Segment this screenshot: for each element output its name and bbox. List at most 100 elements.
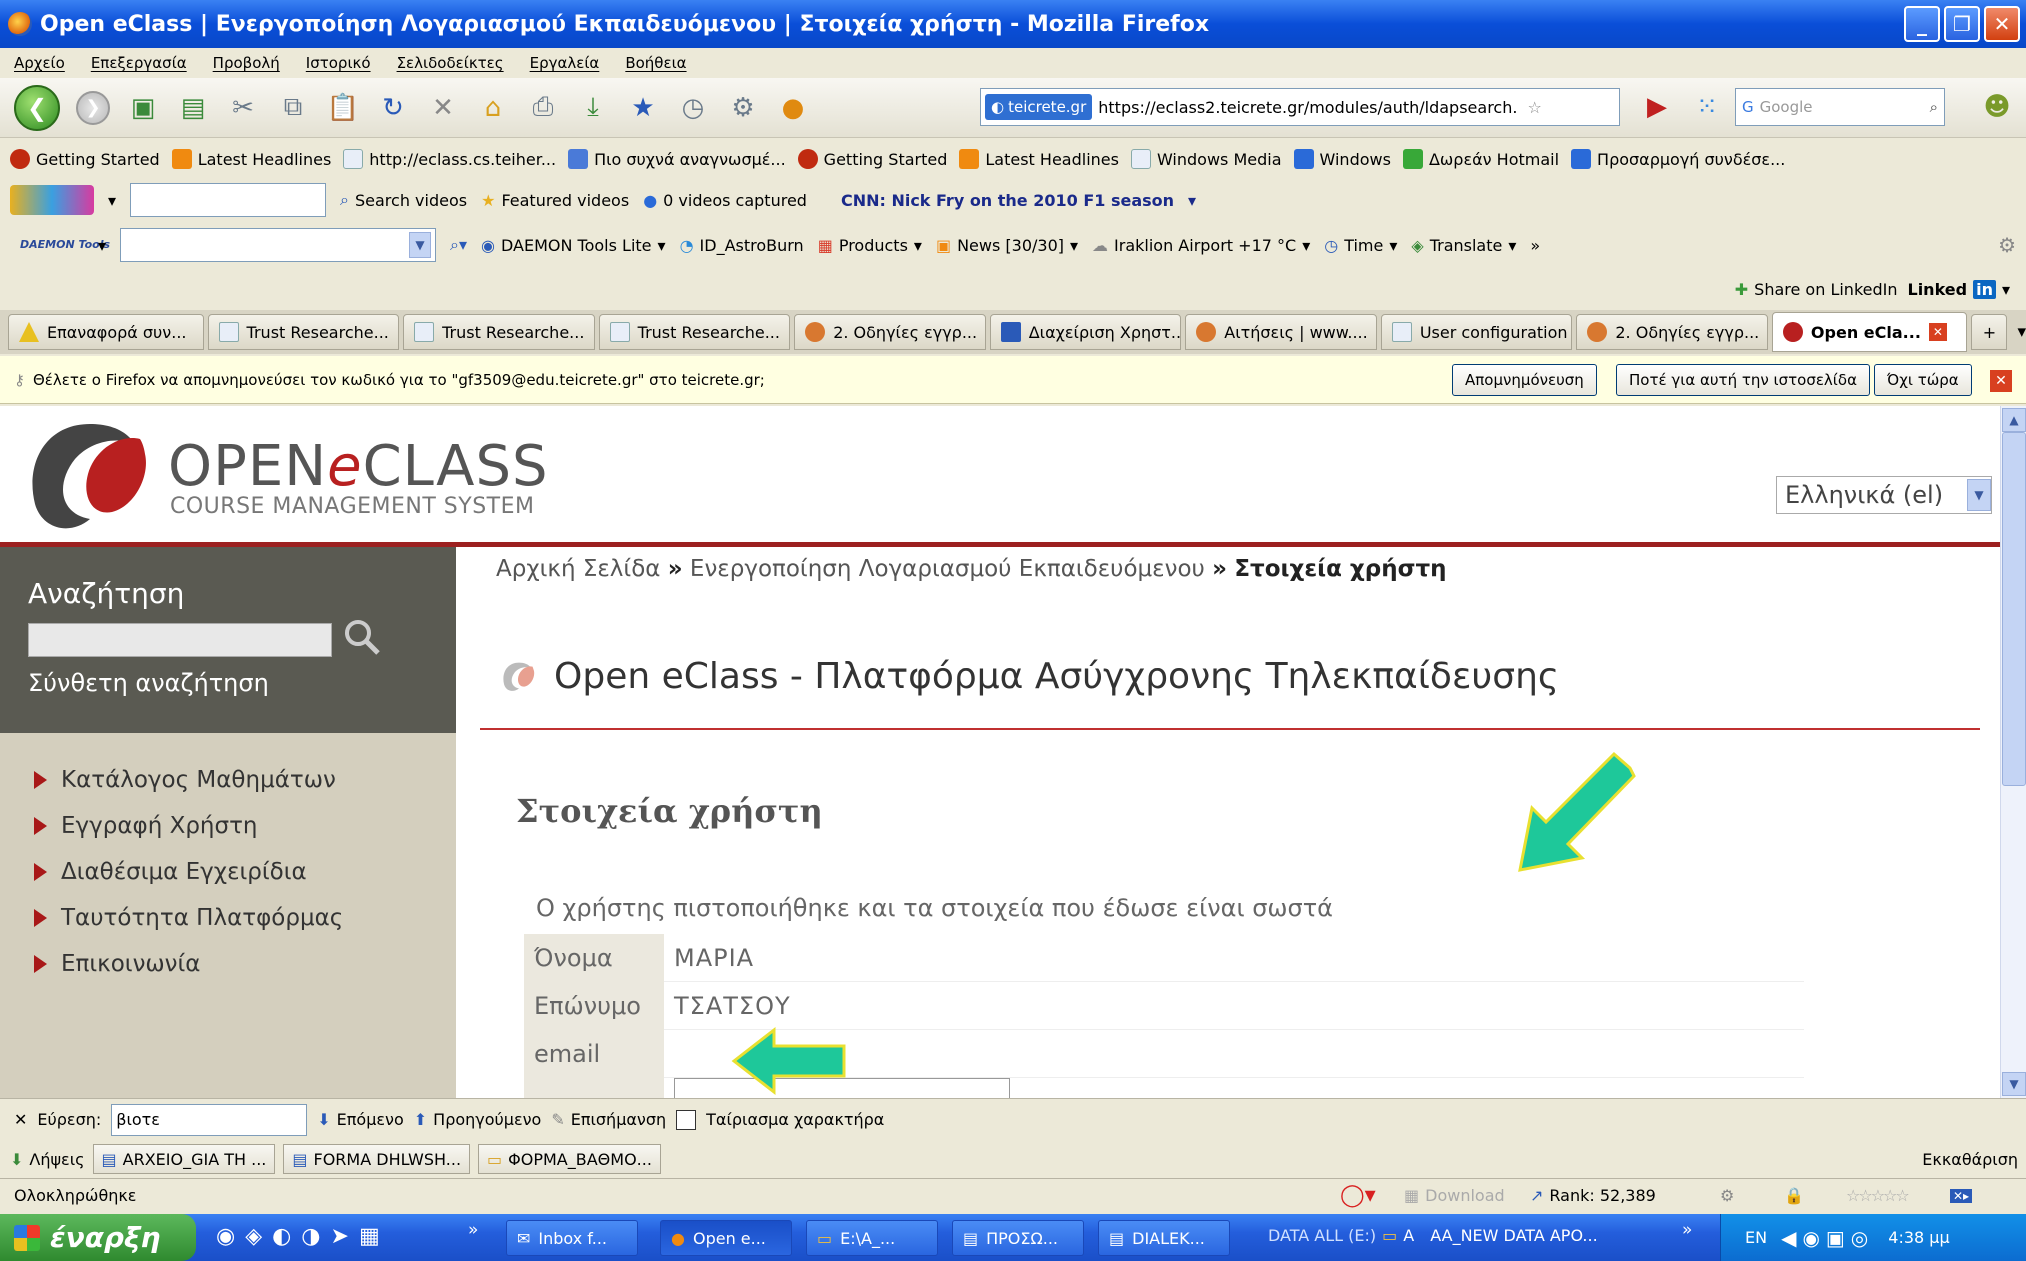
taskbar-item[interactable]: ✉ Inbox f... <box>506 1220 638 1256</box>
tab-trust-research-2[interactable]: Trust Researche... <box>403 314 595 350</box>
scroll-down-button[interactable]: ▼ <box>2002 1072 2026 1096</box>
start-button[interactable]: έναρξη <box>0 1214 196 1261</box>
bookmark-item[interactable]: Πιο συχνά αναγνωσμέ... <box>568 149 786 169</box>
scroll-thumb[interactable] <box>2002 432 2026 786</box>
close-icon[interactable]: ✕ <box>1990 370 2012 392</box>
window-title-bar[interactable]: Open eClass | Ενεργοποίηση Λογαριασμού Ε… <box>0 0 2026 48</box>
news-button[interactable]: ▣ News [30/30] ▾ <box>936 236 1078 255</box>
time-button[interactable]: ◷ Time ▾ <box>1324 236 1397 255</box>
new-tab-button[interactable]: + <box>1971 314 2008 350</box>
sidebar-item-user-registration[interactable]: Εγγραφή Χρήστη <box>34 803 343 849</box>
lock-icon[interactable]: 🔒 <box>1784 1186 1804 1205</box>
tab-user-management[interactable]: Διαχείριση Χρηστ... <box>989 314 1182 350</box>
bookmark-item[interactable]: http://eclass.cs.teiher... <box>343 149 556 169</box>
new-tab-icon[interactable]: ▤ <box>176 91 210 125</box>
video-search-input[interactable] <box>130 183 327 217</box>
dropdown-icon[interactable]: ▾ <box>108 191 116 210</box>
address-toolbar[interactable]: DATA ALL (E:) ▭ A AA_NEW DATA APO... <box>1268 1226 1598 1245</box>
history-icon[interactable]: ◷ <box>676 91 710 125</box>
minimize-button[interactable]: _ <box>1904 6 1940 42</box>
search-icon[interactable]: ⌕▾ <box>450 235 467 255</box>
remember-password-button[interactable]: Απομνημόνευση <box>1452 364 1597 396</box>
chevron-down-icon[interactable]: ▾ <box>1188 191 1196 210</box>
taskbar-item[interactable]: ● Open e... <box>660 1220 792 1256</box>
videos-captured-button[interactable]: ● 0 videos captured <box>643 191 807 210</box>
tray-icons[interactable]: ◀◉▣◎ <box>1781 1226 1874 1250</box>
bookmark-item[interactable]: Προσαρμογή συνδέσε... <box>1571 149 1785 169</box>
weather-button[interactable]: ☁ Iraklion Airport +17 °C ▾ <box>1092 236 1310 255</box>
bookmark-icon[interactable]: ★ <box>626 91 660 125</box>
stop-icon[interactable]: ✕ <box>426 91 460 125</box>
search-icon[interactable]: ⌕ <box>1930 98 1938 116</box>
back-button[interactable]: ❮ <box>14 84 60 131</box>
never-for-site-button[interactable]: Ποτέ για αυτή την ιστοσελίδα <box>1616 364 1870 396</box>
forward-button[interactable]: ❯ <box>76 90 110 125</box>
toolbar-chevron[interactable]: » <box>1682 1220 1692 1240</box>
bookmark-item[interactable]: Δωρεάν Hotmail <box>1402 149 1559 169</box>
clock[interactable]: 4:38 μμ <box>1888 1228 1949 1247</box>
downloads-icon[interactable]: ⤓ <box>576 91 610 125</box>
cut-icon[interactable]: ✂ <box>226 91 260 125</box>
copy-icon[interactable]: ⧉ <box>276 91 310 125</box>
close-button[interactable]: ✕ <box>1984 6 2020 42</box>
find-input[interactable]: βιοτε <box>111 1103 308 1136</box>
taskbar-item[interactable]: ▤ DIALEK... <box>1098 1220 1230 1256</box>
star-icon[interactable]: ☆ <box>1527 98 1541 117</box>
bookmark-item[interactable]: Latest Headlines <box>171 149 331 169</box>
youtube-icon[interactable]: ▶ <box>1640 90 1674 124</box>
highlight-button[interactable]: ✎ Επισήμανση <box>551 1110 666 1129</box>
sidebar-item-course-catalog[interactable]: Κατάλογος Μαθημάτων <box>34 757 343 803</box>
tab-close-icon[interactable]: ✕ <box>1928 323 1947 341</box>
breadcrumb-activation[interactable]: Ενεργοποίηση Λογαριασμού Εκπαιδευόμενου <box>690 556 1205 582</box>
settings-icon[interactable]: ⚙ <box>1998 233 2016 257</box>
tab-list-icon[interactable]: ▾ <box>2017 322 2026 342</box>
tab-open-eclass[interactable]: Open eCla... ✕ <box>1771 312 1968 352</box>
tab-user-configuration[interactable]: User configuration <box>1380 314 1573 350</box>
daemon-search-input[interactable]: ▼ <box>120 228 437 262</box>
find-previous-button[interactable]: ⬆ Προηγούμενο <box>414 1110 542 1129</box>
restore-button[interactable]: ❐ <box>1944 6 1980 42</box>
clear-downloads-button[interactable]: Εκκαθάριση <box>1922 1150 2018 1169</box>
rating-stars-icon[interactable]: ☆☆☆☆☆ <box>1846 1186 1910 1205</box>
match-case-checkbox[interactable] <box>676 1109 697 1130</box>
dropdown-icon[interactable]: ▾ <box>98 236 106 255</box>
chevron-down-icon[interactable]: ▼ <box>1967 479 1991 511</box>
close-icon[interactable]: ✕ <box>14 1110 27 1129</box>
menu-tools[interactable]: Εργαλεία <box>530 54 600 72</box>
quick-launch-chevron[interactable]: » <box>468 1220 478 1240</box>
daemon-tools-logo[interactable]: DAEMON Tools <box>20 239 110 251</box>
video-logo-icon[interactable] <box>10 185 94 215</box>
news-ticker[interactable]: CNN: Nick Fry on the 2010 F1 season <box>841 191 1174 210</box>
paste-icon[interactable]: 📋 <box>326 91 360 125</box>
language-indicator[interactable]: EN <box>1745 1228 1767 1247</box>
bookmark-item[interactable]: Windows <box>1293 149 1391 169</box>
sidebar-item-contact[interactable]: Επικοινωνία <box>34 941 343 987</box>
taskbar-item[interactable]: ▭ E:\A_... <box>806 1220 938 1256</box>
search-videos-button[interactable]: ⌕ Search videos <box>340 190 467 210</box>
tab-applications[interactable]: Αιτήσεις | www.... <box>1185 314 1377 350</box>
download-status-button[interactable]: ▦ Download <box>1404 1186 1505 1205</box>
tab-instructions-2[interactable]: 2. Οδηγίες εγγρ... <box>1576 314 1768 350</box>
page-scrollbar[interactable]: ▲ ▼ <box>2000 406 2026 1098</box>
not-now-button[interactable]: Όχι τώρα <box>1874 364 1972 396</box>
menu-bookmarks[interactable]: Σελιδοδείκτες <box>397 54 504 72</box>
chevron-down-icon[interactable]: ▼ <box>409 232 432 258</box>
overflow-chevron[interactable]: » <box>1530 236 1540 255</box>
apps-icon[interactable]: ⁙ <box>1690 90 1724 124</box>
new-window-icon[interactable]: ▣ <box>126 91 160 125</box>
menu-edit[interactable]: Επεξεργασία <box>91 54 187 72</box>
tab-restore[interactable]: Επαναφορά συν... <box>8 314 204 350</box>
sidebar-item-manuals[interactable]: Διαθέσιμα Εγχειρίδια <box>34 849 343 895</box>
addon-icon[interactable]: ⚙ <box>726 91 760 125</box>
bookmark-item[interactable]: Getting Started <box>10 149 160 169</box>
language-select[interactable]: Ελληνικά (el) ▼ <box>1776 476 1992 514</box>
site-identity-badge[interactable]: ◐ teicrete.gr <box>985 94 1093 120</box>
featured-videos-button[interactable]: ★ Featured videos <box>481 191 629 210</box>
reload-icon[interactable]: ↻ <box>376 91 410 125</box>
close-icon[interactable]: ✕▸ <box>1950 1188 1973 1203</box>
astroburn-button[interactable]: ◔ ID_AstroBurn <box>680 236 804 255</box>
find-next-button[interactable]: ⬇ Επόμενο <box>317 1110 404 1129</box>
menu-history[interactable]: Ιστορικό <box>306 54 371 72</box>
download-item[interactable]: ▤ ARXEIO_GIA TH ... <box>92 1144 276 1174</box>
bookmark-item[interactable]: Windows Media <box>1130 149 1282 169</box>
